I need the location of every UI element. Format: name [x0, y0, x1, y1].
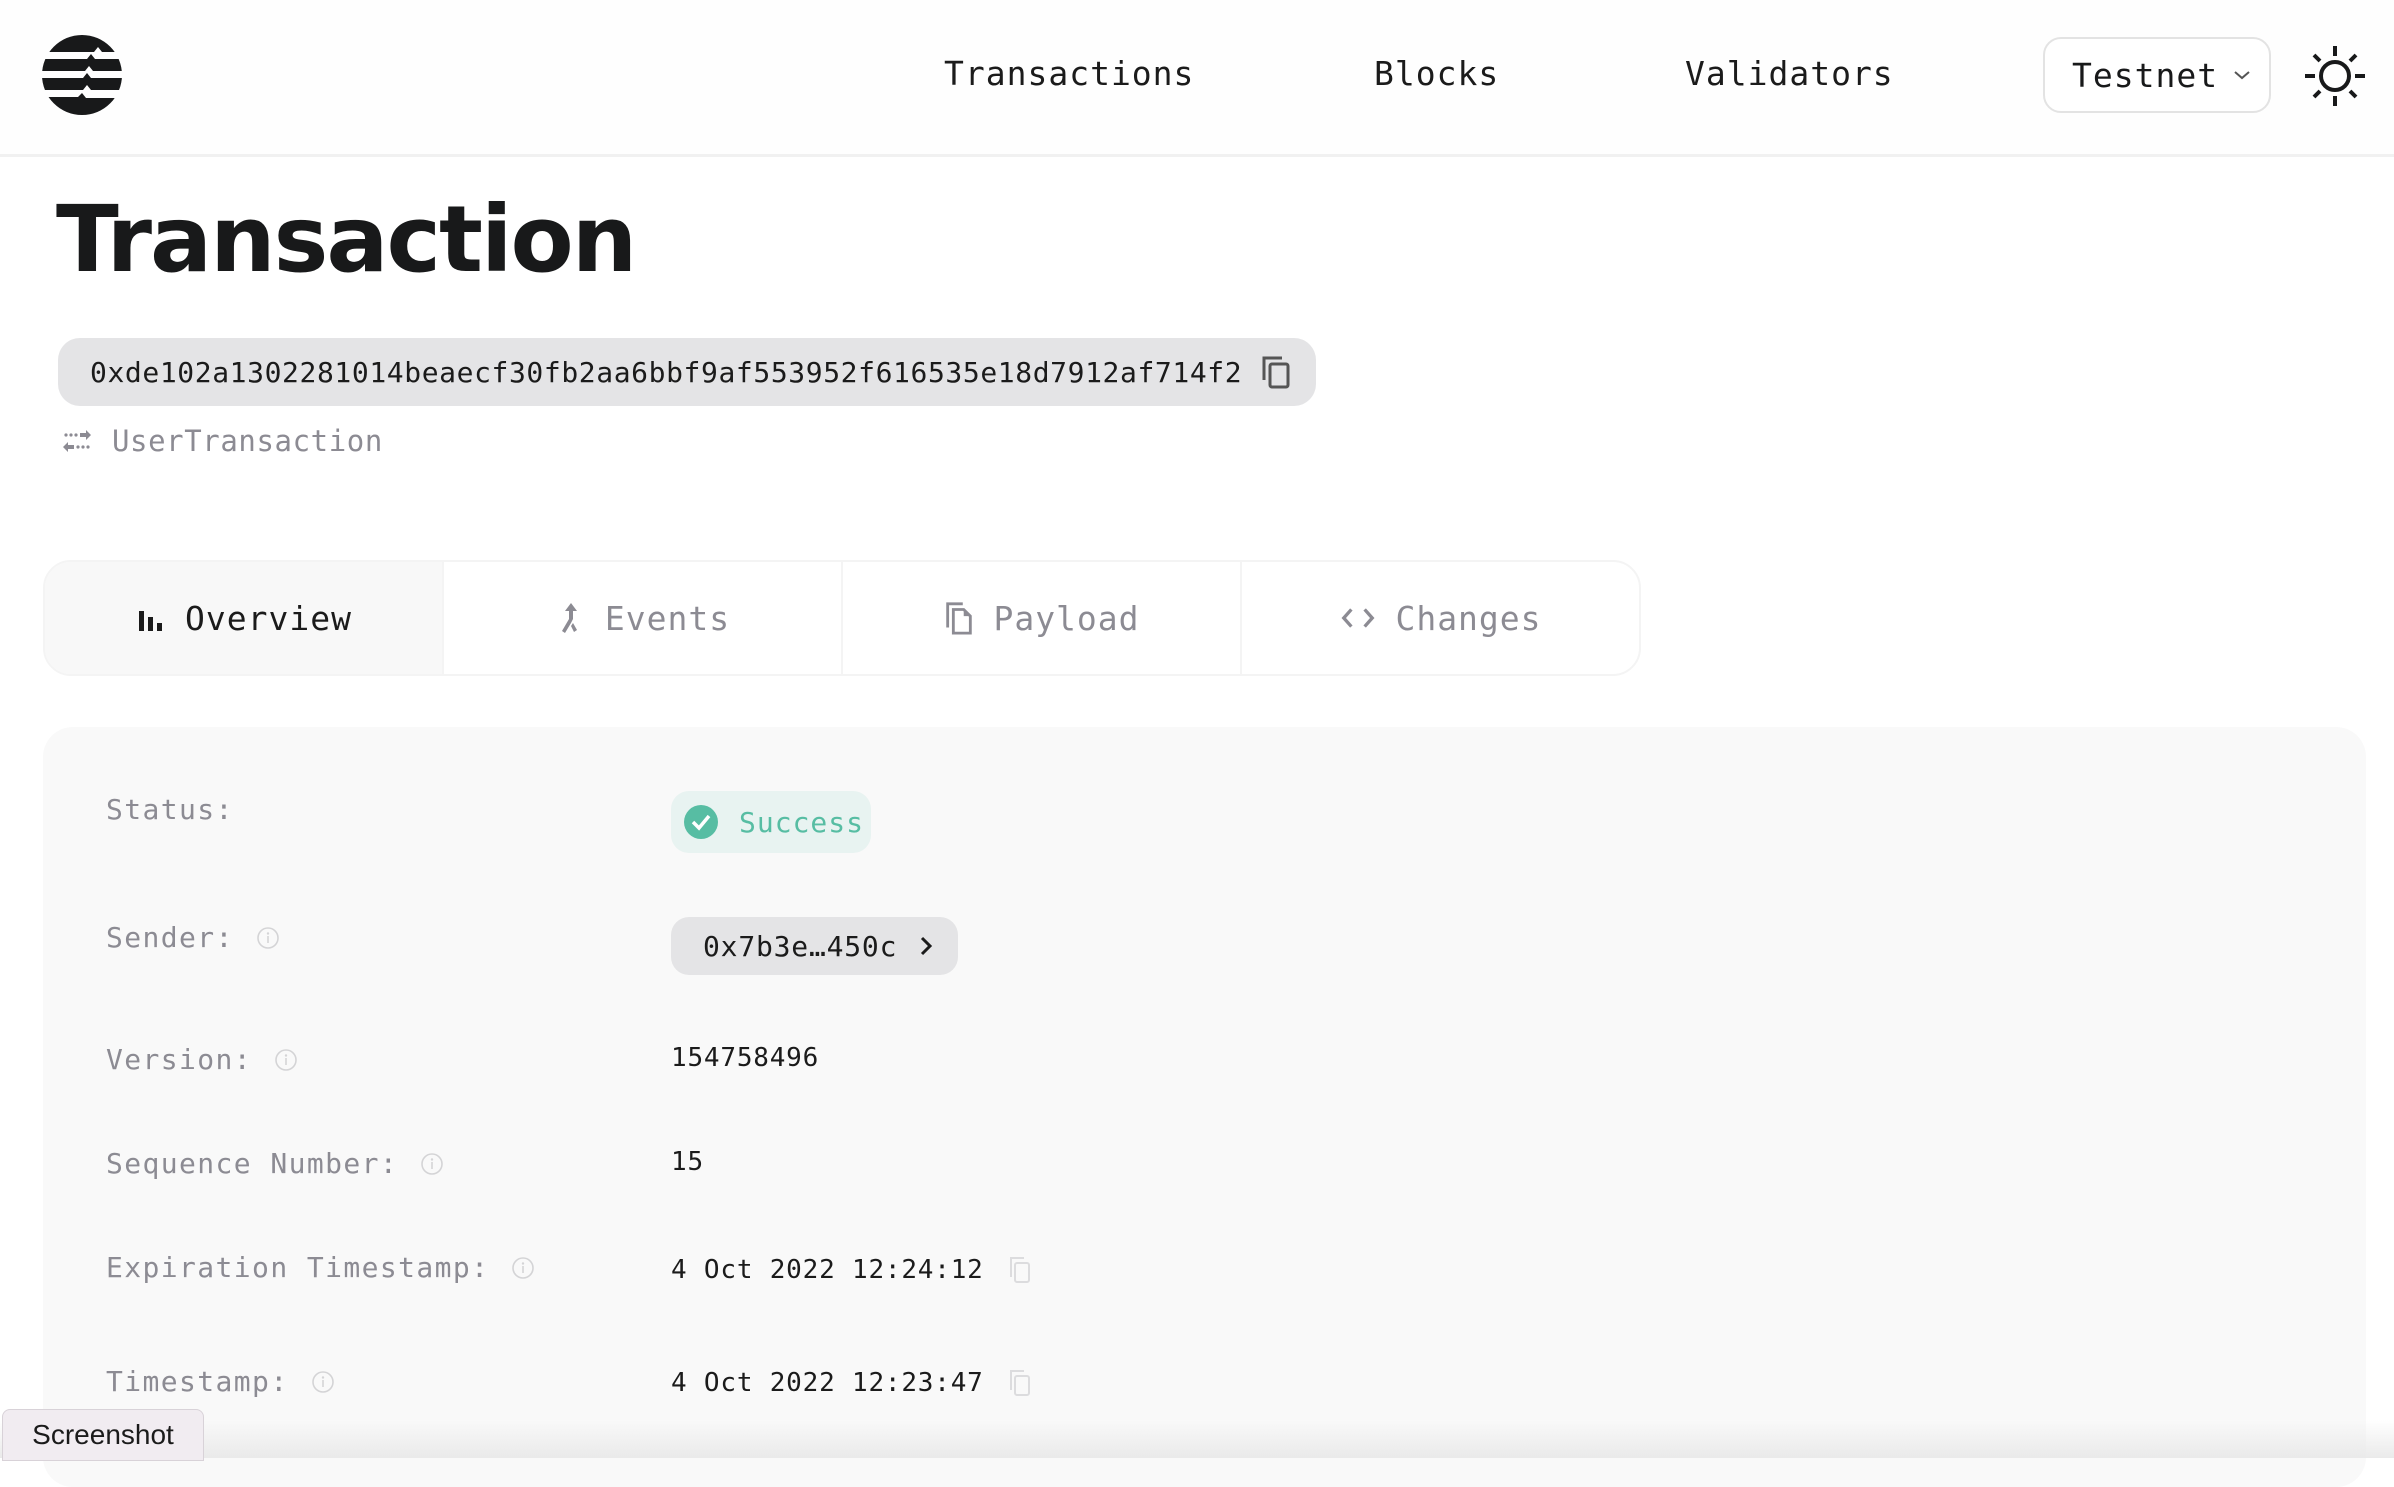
transaction-hash: 0xde102a1302281014beaecf30fb2aa6bbf9af55…	[90, 355, 1243, 389]
copy-icon[interactable]	[1008, 1368, 1032, 1398]
code-icon	[1341, 608, 1375, 628]
tab-changes-label: Changes	[1395, 598, 1542, 638]
info-icon[interactable]	[420, 1152, 444, 1176]
status-badge: Success	[671, 791, 871, 853]
info-icon[interactable]	[311, 1370, 335, 1394]
transaction-tabs: Overview Events Payload Changes	[43, 560, 1641, 676]
copy-icon[interactable]	[1260, 354, 1292, 390]
version-row-label: Version:	[106, 1043, 298, 1076]
tab-events-label: Events	[604, 598, 731, 638]
transfer-arrows-icon	[63, 430, 91, 452]
tab-overview-label: Overview	[185, 598, 352, 638]
transaction-type: UserTransaction	[62, 424, 383, 458]
copy-icon[interactable]	[1008, 1255, 1032, 1285]
tab-changes[interactable]: Changes	[1242, 562, 1639, 674]
merge-arrow-icon	[561, 603, 577, 633]
tab-payload[interactable]: Payload	[843, 562, 1242, 674]
network-selector[interactable]: Testnet	[2043, 37, 2271, 113]
sequence-number-label: Sequence Number:	[106, 1147, 399, 1180]
file-copy-icon	[946, 602, 973, 635]
sender-address: 0x7b3e…450c	[703, 929, 898, 963]
check-circle-icon	[684, 805, 718, 839]
sequence-number-row-label: Sequence Number:	[106, 1147, 444, 1180]
timestamp-label: Timestamp:	[106, 1365, 289, 1398]
chevron-right-icon	[921, 936, 933, 956]
nav-blocks[interactable]: Blocks	[1374, 54, 1499, 93]
tab-overview[interactable]: Overview	[45, 562, 444, 674]
status-value: Success	[739, 805, 865, 839]
top-nav-bar: Transactions Blocks Validators Testnet	[0, 0, 2394, 157]
aptos-logo-icon[interactable]	[42, 35, 122, 115]
sender-address-link[interactable]: 0x7b3e…450c	[671, 917, 958, 975]
tab-events[interactable]: Events	[444, 562, 843, 674]
info-icon[interactable]	[511, 1256, 535, 1280]
nav-validators[interactable]: Validators	[1685, 54, 1894, 93]
info-icon[interactable]	[256, 926, 280, 950]
nav-transactions[interactable]: Transactions	[944, 54, 1194, 93]
info-icon[interactable]	[274, 1048, 298, 1072]
status-label: Status:	[106, 793, 234, 826]
expiration-timestamp-row-label: Expiration Timestamp:	[106, 1251, 535, 1284]
version-label: Version:	[106, 1043, 253, 1076]
expiration-timestamp: 4 Oct 2022 12:24:12	[671, 1255, 984, 1285]
version-value: 154758496	[671, 1043, 819, 1073]
timestamp-value: 4 Oct 2022 12:23:47	[671, 1368, 1032, 1398]
sun-icon[interactable]	[2303, 44, 2367, 108]
sequence-number: 15	[671, 1147, 704, 1177]
chevron-down-icon	[2234, 71, 2250, 80]
page-title: Transaction	[56, 186, 637, 293]
timestamp-row-label: Timestamp:	[106, 1365, 335, 1398]
expiration-timestamp-label: Expiration Timestamp:	[106, 1251, 490, 1284]
timestamp: 4 Oct 2022 12:23:47	[671, 1368, 984, 1398]
transaction-type-label: UserTransaction	[112, 424, 383, 458]
bar-chart-icon	[139, 611, 163, 631]
version-number: 154758496	[671, 1043, 820, 1073]
sequence-number-value: 15	[671, 1147, 704, 1177]
overview-card: Status: Success Sender: 0x7b3e…450c Vers…	[43, 727, 2366, 1487]
screenshot-button[interactable]: Screenshot	[2, 1409, 204, 1461]
sender-label: Sender:	[106, 921, 234, 954]
sender-row-label: Sender:	[106, 921, 280, 954]
transaction-hash-pill: 0xde102a1302281014beaecf30fb2aa6bbf9af55…	[58, 338, 1316, 406]
expiration-timestamp-value: 4 Oct 2022 12:24:12	[671, 1255, 1032, 1285]
network-selector-label: Testnet	[2072, 55, 2219, 95]
status-row-label: Status:	[106, 793, 234, 826]
tab-payload-label: Payload	[993, 598, 1140, 638]
